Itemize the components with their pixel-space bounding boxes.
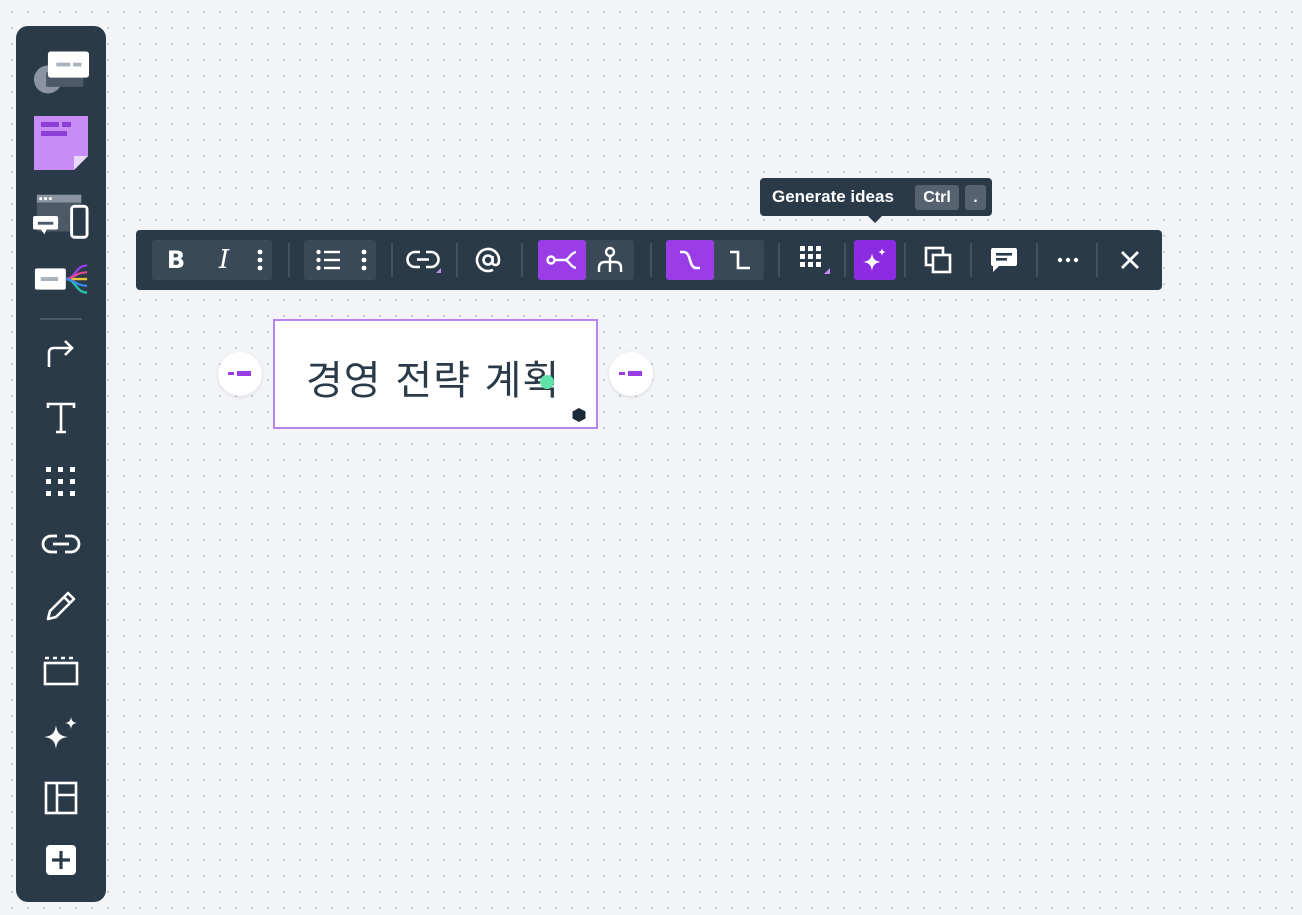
mindmap-layout-icon (546, 250, 577, 270)
color-picker-button[interactable] (792, 240, 836, 280)
context-toolbar: B I (136, 230, 1162, 290)
more-vertical-icon (257, 249, 263, 271)
bullet-list-button[interactable] (304, 240, 352, 280)
mind-map-node[interactable]: 경영 전략 계획 (273, 319, 598, 429)
generate-ideas-button[interactable] (854, 240, 896, 280)
close-icon (1121, 251, 1139, 269)
elbow-branch-icon (730, 250, 750, 270)
mention-button[interactable] (468, 240, 508, 280)
bold-icon: B (166, 246, 186, 274)
link-tool[interactable] (33, 516, 89, 572)
sticky-note-tool[interactable] (33, 114, 89, 170)
grid-apps-icon (46, 467, 75, 496)
text-style-more-button[interactable] (248, 240, 272, 280)
arrow-connector-icon (47, 340, 74, 367)
add-node-right-button[interactable] (609, 352, 653, 396)
toolbar-divider (904, 243, 906, 277)
bold-button[interactable]: B (152, 240, 200, 280)
more-options-button[interactable] (1046, 240, 1090, 280)
generate-ideas-tooltip: Generate ideas Ctrl . (760, 178, 992, 223)
italic-icon: I (218, 245, 230, 275)
color-grid-icon (800, 246, 830, 274)
duplicate-icon (924, 246, 952, 274)
layout-tool[interactable] (33, 770, 89, 826)
toolbar-divider (391, 243, 393, 277)
mention-icon (475, 247, 501, 273)
link-icon (406, 250, 441, 273)
mindmap-layout-button[interactable] (538, 240, 586, 280)
curved-branch-button[interactable] (666, 240, 714, 280)
comment-icon (991, 248, 1017, 272)
toolbar-divider (844, 243, 846, 277)
wireframe-devices-icon (33, 194, 89, 239)
comment-button[interactable] (982, 240, 1026, 280)
sticky-note-icon (34, 116, 88, 170)
tooltip-arrow (868, 216, 882, 223)
node-text[interactable]: 경영 전략 계획 (306, 348, 560, 406)
toolbar-divider (970, 243, 972, 277)
more-tools-button[interactable] (33, 832, 89, 888)
curved-branch-icon (680, 250, 700, 270)
toolbar-divider (40, 318, 82, 320)
org-chart-icon (597, 246, 623, 272)
toolbar-divider (521, 243, 523, 277)
collaborator-cursor (540, 375, 554, 389)
list-more-button[interactable] (352, 240, 376, 280)
wireframe-tool[interactable] (33, 188, 89, 244)
shortcut-key-ctrl: Ctrl (915, 185, 959, 210)
toolbar-divider (650, 243, 652, 277)
mind-map-tool[interactable] (33, 252, 89, 308)
frame-icon (43, 656, 79, 686)
toolbar-divider (288, 243, 290, 277)
more-vertical-icon (361, 249, 367, 271)
frame-tool[interactable] (33, 642, 89, 698)
italic-button[interactable]: I (200, 240, 248, 280)
sparkle-icon (863, 248, 886, 271)
creation-toolbar (16, 26, 106, 902)
bullet-list-icon (316, 249, 340, 271)
more-horizontal-icon (1057, 257, 1079, 263)
link-button[interactable] (402, 240, 446, 280)
mind-map-icon (34, 264, 88, 294)
toolbar-divider (1036, 243, 1038, 277)
toolbar-divider (456, 243, 458, 277)
add-branch-icon (228, 371, 251, 376)
templates-tool[interactable] (33, 44, 89, 100)
text-icon (46, 402, 76, 434)
toolbar-divider (778, 243, 780, 277)
shortcut-key-period: . (965, 185, 986, 210)
tooltip-label: Generate ideas (772, 187, 894, 206)
layout-icon (44, 781, 78, 815)
templates-icon (33, 51, 89, 94)
add-branch-icon (619, 371, 642, 376)
close-toolbar-button[interactable] (1108, 240, 1152, 280)
duplicate-button[interactable] (916, 240, 960, 280)
resize-handle-icon[interactable] (571, 407, 587, 423)
link-icon (41, 534, 81, 554)
sparkle-icon (44, 717, 77, 749)
plus-box-icon (46, 845, 76, 875)
org-chart-layout-button[interactable] (586, 240, 634, 280)
pen-icon (46, 591, 76, 621)
ai-tool[interactable] (33, 706, 89, 762)
elbow-branch-button[interactable] (716, 240, 764, 280)
pen-tool[interactable] (33, 578, 89, 634)
add-node-left-button[interactable] (218, 352, 262, 396)
text-tool[interactable] (33, 390, 89, 446)
apps-tool[interactable] (33, 454, 89, 510)
connection-line-tool[interactable] (33, 326, 89, 382)
toolbar-divider (1096, 243, 1098, 277)
